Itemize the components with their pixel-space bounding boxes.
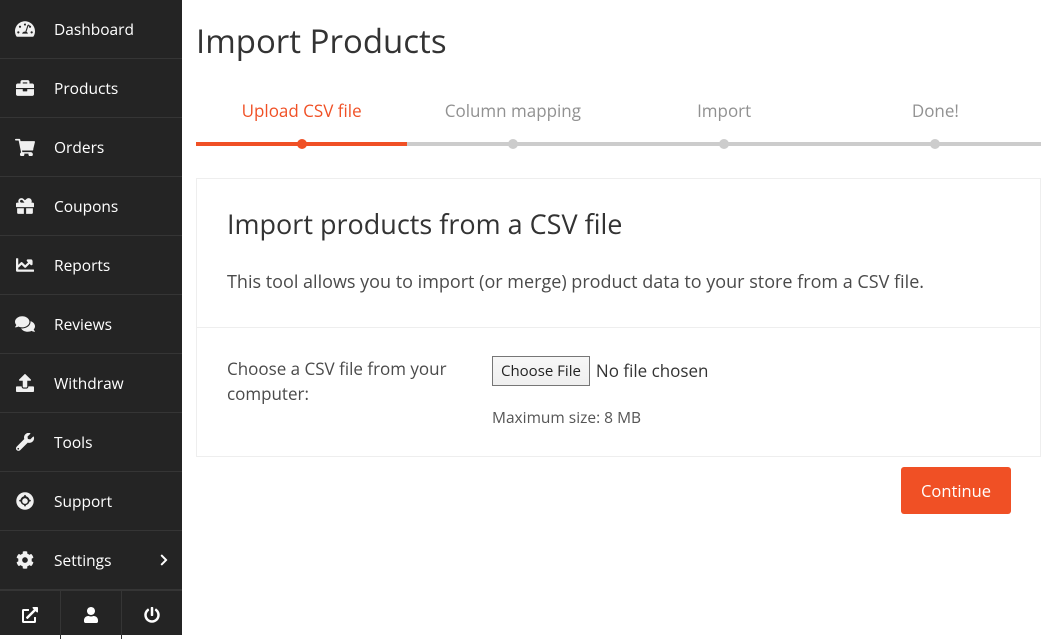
sidebar-item-label: Reports <box>54 254 110 276</box>
power-icon <box>144 607 160 623</box>
chevron-right-icon <box>160 553 168 567</box>
stepper: Upload CSV file Column mapping Import Do… <box>196 99 1041 146</box>
sidebar-item-reports[interactable]: Reports <box>0 236 182 295</box>
file-label: Choose a CSV file from your computer: <box>227 356 492 428</box>
main: Import Products Upload CSV file Column m… <box>182 0 1055 635</box>
comments-icon <box>14 315 36 333</box>
upload-icon <box>14 374 36 392</box>
sidebar-item-products[interactable]: Products <box>0 59 182 118</box>
sidebar-item-label: Coupons <box>54 195 118 217</box>
power-button[interactable] <box>122 591 182 639</box>
user-button[interactable] <box>61 591 122 639</box>
sidebar-item-reviews[interactable]: Reviews <box>0 295 182 354</box>
card-description: This tool allows you to import (or merge… <box>227 268 1010 297</box>
sidebar-item-settings[interactable]: Settings <box>0 531 182 590</box>
step-dot <box>930 139 940 149</box>
sidebar-item-label: Support <box>54 490 112 512</box>
step-import[interactable]: Import <box>619 99 830 146</box>
user-icon <box>83 607 99 623</box>
import-card: Import products from a CSV file This too… <box>196 178 1041 457</box>
step-upload[interactable]: Upload CSV file <box>196 99 407 146</box>
step-column-mapping[interactable]: Column mapping <box>407 99 618 146</box>
card-title: Import products from a CSV file <box>227 205 1010 242</box>
step-label: Import <box>697 99 751 122</box>
step-label: Done! <box>912 99 959 122</box>
sidebar-item-label: Settings <box>54 549 111 571</box>
dashboard-icon <box>14 20 36 38</box>
step-done[interactable]: Done! <box>830 99 1041 146</box>
sidebar-item-coupons[interactable]: Coupons <box>0 177 182 236</box>
sidebar-item-label: Withdraw <box>54 372 124 394</box>
gift-icon <box>14 197 36 215</box>
sidebar-item-support[interactable]: Support <box>0 472 182 531</box>
chart-icon <box>14 256 36 274</box>
step-label: Upload CSV file <box>242 99 362 122</box>
gear-icon <box>14 551 36 569</box>
sidebar-item-label: Products <box>54 77 118 99</box>
file-status: No file chosen <box>596 359 709 382</box>
sidebar-item-label: Dashboard <box>54 18 134 40</box>
sidebar: Dashboard Products Orders Coupons Report… <box>0 0 182 635</box>
page-title: Import Products <box>196 18 1041 63</box>
step-dot <box>719 139 729 149</box>
external-link-icon <box>22 607 38 623</box>
max-size-hint: Maximum size: 8 MB <box>492 406 1010 428</box>
external-link-button[interactable] <box>0 591 61 639</box>
cart-icon <box>14 138 36 156</box>
step-dot <box>297 139 307 149</box>
briefcase-icon <box>14 79 36 97</box>
step-dot <box>508 139 518 149</box>
sidebar-item-orders[interactable]: Orders <box>0 118 182 177</box>
sidebar-item-withdraw[interactable]: Withdraw <box>0 354 182 413</box>
sidebar-bottom <box>0 590 182 639</box>
sidebar-item-dashboard[interactable]: Dashboard <box>0 0 182 59</box>
sidebar-item-label: Orders <box>54 136 104 158</box>
step-label: Column mapping <box>445 99 581 122</box>
sidebar-item-label: Tools <box>54 431 93 453</box>
sidebar-item-tools[interactable]: Tools <box>0 413 182 472</box>
wrench-icon <box>14 433 36 451</box>
sidebar-item-label: Reviews <box>54 313 112 335</box>
choose-file-button[interactable]: Choose File <box>492 356 590 386</box>
continue-button[interactable]: Continue <box>901 467 1011 514</box>
lifebuoy-icon <box>14 492 36 510</box>
